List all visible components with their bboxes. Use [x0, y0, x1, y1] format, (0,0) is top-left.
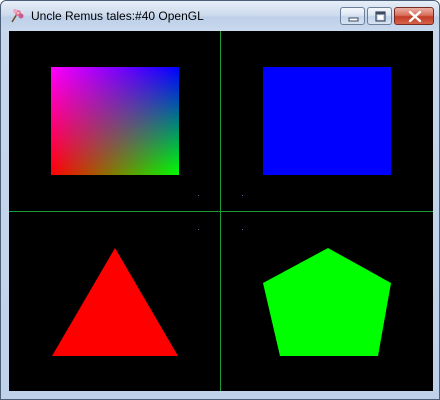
application-window: Uncle Remus tales:#40 OpenGL [0, 0, 440, 400]
horizontal-divider [9, 211, 433, 212]
center-dot [242, 229, 243, 230]
viewport-bottom-right [221, 211, 433, 391]
minimize-button[interactable] [340, 7, 365, 25]
close-icon [408, 10, 422, 23]
close-button[interactable] [394, 7, 434, 25]
window-title: Uncle Remus tales:#40 OpenGL [31, 9, 204, 23]
viewport-top-left [9, 31, 221, 211]
center-dot [198, 195, 199, 196]
blue-rectangle [263, 67, 391, 175]
center-dot [242, 195, 243, 196]
title-bar[interactable]: Uncle Remus tales:#40 OpenGL [1, 1, 439, 31]
opengl-viewport[interactable] [9, 31, 433, 391]
flower-app-icon[interactable] [9, 8, 25, 24]
green-pentagon [263, 248, 391, 356]
maximize-button[interactable] [367, 7, 392, 25]
minimize-icon [348, 17, 359, 22]
viewport-top-right [221, 31, 433, 211]
center-dot [198, 229, 199, 230]
red-triangle [52, 248, 178, 356]
viewport-bottom-left [9, 211, 221, 391]
maximize-icon [375, 11, 386, 22]
